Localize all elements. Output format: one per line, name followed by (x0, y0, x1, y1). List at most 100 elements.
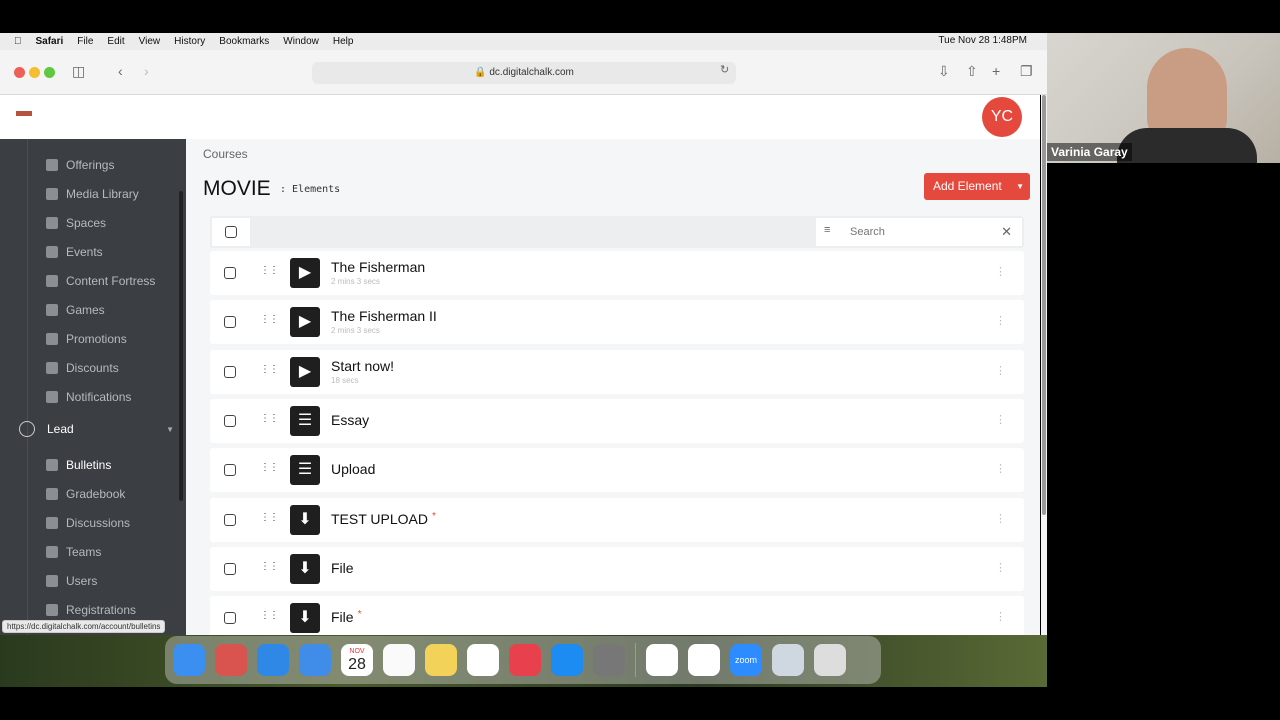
element-title[interactable]: Start now! (331, 358, 394, 374)
dock-chrome-icon[interactable] (688, 644, 720, 676)
back-icon[interactable]: ‹ (118, 63, 123, 79)
sidebar-toggle-icon[interactable]: ◫ (72, 63, 85, 80)
menu-history[interactable]: History (174, 36, 205, 47)
dock-zoom-icon[interactable]: zoom (730, 644, 762, 676)
page-scrollbar[interactable] (1041, 95, 1047, 635)
dock-preview-icon[interactable] (772, 644, 804, 676)
sidebar-item-discounts[interactable]: Discounts (46, 361, 119, 375)
sidebar-item-bulletins[interactable]: Bulletins (46, 458, 111, 472)
dock-reminders-icon[interactable] (383, 644, 415, 676)
filter-icon[interactable]: ≡ (824, 224, 830, 236)
drag-handle-icon[interactable]: ⋮⋮ (260, 364, 279, 375)
dock-slack-icon[interactable] (646, 644, 678, 676)
element-title[interactable]: Upload (331, 461, 375, 477)
list-item[interactable]: ⋮⋮ ☰ Upload ⋮ (210, 448, 1024, 493)
more-options-icon[interactable]: ⋮ (995, 265, 1006, 278)
element-title[interactable]: File (331, 560, 354, 576)
sidebar-item-media-library[interactable]: Media Library (46, 187, 139, 201)
element-title[interactable]: File * (331, 609, 361, 625)
more-options-icon[interactable]: ⋮ (995, 364, 1006, 377)
dock-mail-icon[interactable] (299, 644, 331, 676)
dock-freeform-icon[interactable] (467, 644, 499, 676)
dock-app-store-icon[interactable] (551, 644, 583, 676)
row-checkbox[interactable] (224, 316, 236, 329)
address-bar[interactable]: 🔒 dc.digitalchalk.com (312, 62, 736, 84)
dock-news-icon[interactable] (509, 644, 541, 676)
row-checkbox[interactable] (224, 414, 236, 427)
more-options-icon[interactable]: ⋮ (995, 413, 1006, 426)
search-input[interactable] (850, 222, 990, 242)
element-title[interactable]: The Fisherman (331, 259, 425, 275)
menu-app[interactable]: Safari (36, 36, 64, 47)
more-options-icon[interactable]: ⋮ (995, 512, 1006, 525)
more-options-icon[interactable]: ⋮ (995, 314, 1006, 327)
row-checkbox[interactable] (224, 365, 236, 378)
sidebar-item-events[interactable]: Events (46, 245, 103, 259)
reload-icon[interactable]: ↻ (720, 63, 729, 76)
sidebar-item-content-fortress[interactable]: Content Fortress (46, 274, 155, 288)
list-item[interactable]: ⋮⋮ ⬇ File * ⋮ (210, 596, 1024, 635)
sidebar-item-discussions[interactable]: Discussions (46, 516, 130, 530)
chevron-down-icon[interactable]: ▼ (1016, 173, 1024, 200)
menu-bookmarks[interactable]: Bookmarks (219, 36, 269, 47)
minimize-window-button[interactable] (29, 67, 40, 78)
drag-handle-icon[interactable]: ⋮⋮ (260, 512, 279, 523)
clear-search-icon[interactable]: ✕ (1001, 224, 1012, 240)
drag-handle-icon[interactable]: ⋮⋮ (260, 413, 279, 424)
menu-file[interactable]: File (77, 36, 93, 47)
logo[interactable] (16, 111, 32, 116)
list-item[interactable]: ⋮⋮ ▶ Start now! 18 secs ⋮ (210, 349, 1024, 394)
drag-handle-icon[interactable]: ⋮⋮ (260, 561, 279, 572)
menu-help[interactable]: Help (333, 36, 354, 47)
list-item[interactable]: ⋮⋮ ⬇ File ⋮ (210, 546, 1024, 591)
apple-icon[interactable]:  (14, 36, 22, 47)
menu-view[interactable]: View (139, 36, 161, 47)
list-item[interactable]: ⋮⋮ ⬇ TEST UPLOAD * ⋮ (210, 497, 1024, 542)
element-title[interactable]: TEST UPLOAD * (331, 511, 436, 527)
dock-calendar-icon[interactable]: NOV 28 (341, 644, 373, 676)
sidebar-item-offerings[interactable]: Offerings (46, 158, 114, 172)
dock-system-settings-icon[interactable] (593, 644, 625, 676)
drag-handle-icon[interactable]: ⋮⋮ (260, 462, 279, 473)
avatar[interactable]: YC (982, 97, 1022, 137)
sidebar-item-games[interactable]: Games (46, 303, 105, 317)
sidebar-item-teams[interactable]: Teams (46, 545, 101, 559)
sidebar-item-gradebook[interactable]: Gradebook (46, 487, 125, 501)
sidebar-item-users[interactable]: Users (46, 574, 97, 588)
element-title[interactable]: Essay (331, 412, 369, 428)
list-item[interactable]: ⋮⋮ ☰ Essay ⋮ (210, 398, 1024, 443)
downloads-icon[interactable]: ⇩ (938, 63, 950, 80)
dock-trash-icon[interactable] (814, 644, 846, 676)
more-options-icon[interactable]: ⋮ (995, 462, 1006, 475)
more-options-icon[interactable]: ⋮ (995, 561, 1006, 574)
add-element-button[interactable]: Add Element ▼ (924, 173, 1030, 200)
row-checkbox[interactable] (224, 562, 236, 575)
tabs-overview-icon[interactable]: ❐ (1020, 63, 1033, 80)
close-window-button[interactable] (14, 67, 25, 78)
share-icon[interactable]: ⇧ (966, 63, 978, 80)
row-checkbox[interactable] (224, 267, 236, 279)
row-checkbox[interactable] (224, 513, 236, 526)
sidebar-item-notifications[interactable]: Notifications (46, 390, 131, 404)
menu-edit[interactable]: Edit (107, 36, 124, 47)
row-checkbox[interactable] (224, 464, 236, 477)
row-checkbox[interactable] (224, 612, 236, 625)
sidebar-item-registrations[interactable]: Registrations (46, 603, 136, 617)
select-all-checkbox[interactable] (225, 226, 237, 238)
dock-launchpad-icon[interactable] (215, 644, 247, 676)
drag-handle-icon[interactable]: ⋮⋮ (260, 265, 279, 276)
list-item[interactable]: ⋮⋮ ▶ The Fisherman 2 mins 3 secs ⋮ (210, 251, 1024, 295)
dock-notes-icon[interactable] (425, 644, 457, 676)
sidebar-item-spaces[interactable]: Spaces (46, 216, 106, 230)
breadcrumb[interactable]: Courses (203, 147, 248, 161)
more-options-icon[interactable]: ⋮ (995, 610, 1006, 623)
dock-finder-icon[interactable] (173, 644, 205, 676)
clock[interactable]: Tue Nov 28 1:48PM (938, 35, 1027, 46)
drag-handle-icon[interactable]: ⋮⋮ (260, 314, 279, 325)
forward-icon[interactable]: › (144, 63, 149, 79)
sidebar-section-lead[interactable]: Lead ▼ (19, 421, 174, 437)
dock-safari-icon[interactable] (257, 644, 289, 676)
sidebar-item-promotions[interactable]: Promotions (46, 332, 127, 346)
zoom-window-button[interactable] (44, 67, 55, 78)
drag-handle-icon[interactable]: ⋮⋮ (260, 610, 279, 621)
